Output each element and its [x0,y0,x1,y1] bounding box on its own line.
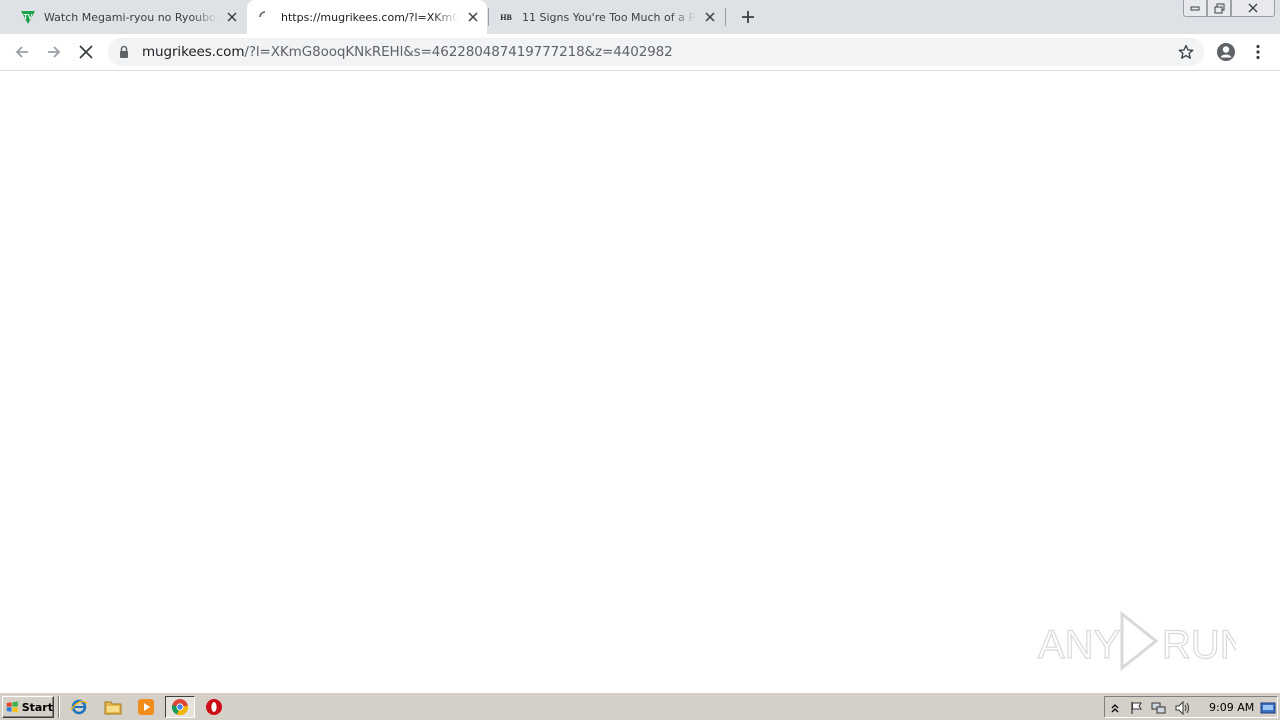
close-window-button[interactable] [1231,0,1275,17]
windows-logo-icon [6,701,18,713]
browser-toolbar: mugrikees.com/?l=XKmG8ooqKNkREHl&s=46228… [0,34,1280,71]
watermark-right-text: RUN [1162,623,1236,667]
start-button[interactable]: Start [2,696,54,718]
new-tab-button[interactable] [736,5,760,29]
minimize-icon [1190,6,1200,11]
tab-title: https://mugrikees.com/?l=XKmG8ooqKNkREHl [281,10,459,24]
watermark-left-text: ANY [1038,623,1120,667]
network-icon[interactable] [1151,700,1167,716]
anyrun-watermark: ANY RUN [1037,610,1236,672]
clock[interactable]: 9:09 AM [1209,701,1254,714]
system-tray: 9:09 AM [1104,696,1278,718]
taskbar-separator [58,696,60,718]
close-tab-icon[interactable] [465,9,481,25]
account-icon [1217,43,1235,61]
plus-icon [742,11,754,23]
restore-icon [1214,3,1224,13]
loading-spinner-icon [257,9,273,25]
address-bar[interactable]: mugrikees.com/?l=XKmG8ooqKNkREHl&s=46228… [108,38,1204,66]
volume-icon[interactable] [1175,700,1191,716]
bookmark-star-icon[interactable] [1176,42,1196,62]
tab-separator [725,8,726,26]
tab-perfectionist[interactable]: HB 11 Signs You're Too Much of a Perfect… [490,0,722,34]
kebab-menu-icon [1256,44,1260,60]
tab-mugrikees[interactable]: https://mugrikees.com/?l=XKmG8ooqKNkREHl [247,0,487,34]
url-path: /?l=XKmG8ooqKNkREHl&s=462280487419777218… [244,44,673,60]
stop-loading-button[interactable] [72,38,100,66]
profile-button[interactable] [1212,38,1240,66]
action-center-flag-icon[interactable] [1129,700,1145,716]
tab-title: 11 Signs You're Too Much of a Perfection… [522,10,696,24]
svg-text:TV: TV [24,14,33,21]
internet-explorer-icon[interactable] [68,697,90,717]
screen: TV Watch Megami-ryou no Ryoubo-kun https… [0,0,1280,720]
tab-title: Watch Megami-ryou no Ryoubo-kun [44,10,218,24]
url-host: mugrikees.com [142,44,245,60]
arrow-right-icon [48,46,61,58]
arrow-left-icon [15,46,28,58]
chrome-icon[interactable] [165,696,195,718]
close-tab-icon[interactable] [702,9,718,25]
forward-button[interactable] [40,38,68,66]
menu-button[interactable] [1244,38,1272,66]
close-tab-icon[interactable] [224,9,240,25]
close-icon [79,45,93,59]
tv-logo-icon: TV [20,9,36,25]
opera-icon[interactable] [203,697,225,717]
page-content [0,72,1280,692]
file-explorer-icon[interactable] [102,697,124,717]
hb-logo-icon: HB [500,12,512,22]
tab-separator [488,8,489,26]
start-label: Start [21,700,53,714]
show-hidden-icons-icon[interactable] [1107,700,1123,716]
taskbar: Start 9:09 AM [0,692,1280,720]
restore-button[interactable] [1207,0,1231,17]
close-icon [1248,3,1258,13]
tab-megami-ryou[interactable]: TV Watch Megami-ryou no Ryoubo-kun [12,0,244,34]
play-logo-icon [1120,610,1159,672]
media-player-icon[interactable] [135,697,157,717]
show-desktop-icon[interactable] [1260,700,1276,716]
url-text: mugrikees.com/?l=XKmG8ooqKNkREHl&s=46228… [142,44,673,60]
lock-icon [118,44,130,63]
minimize-button[interactable] [1183,0,1207,17]
back-button[interactable] [8,38,36,66]
tab-strip: TV Watch Megami-ryou no Ryoubo-kun https… [0,0,1280,34]
